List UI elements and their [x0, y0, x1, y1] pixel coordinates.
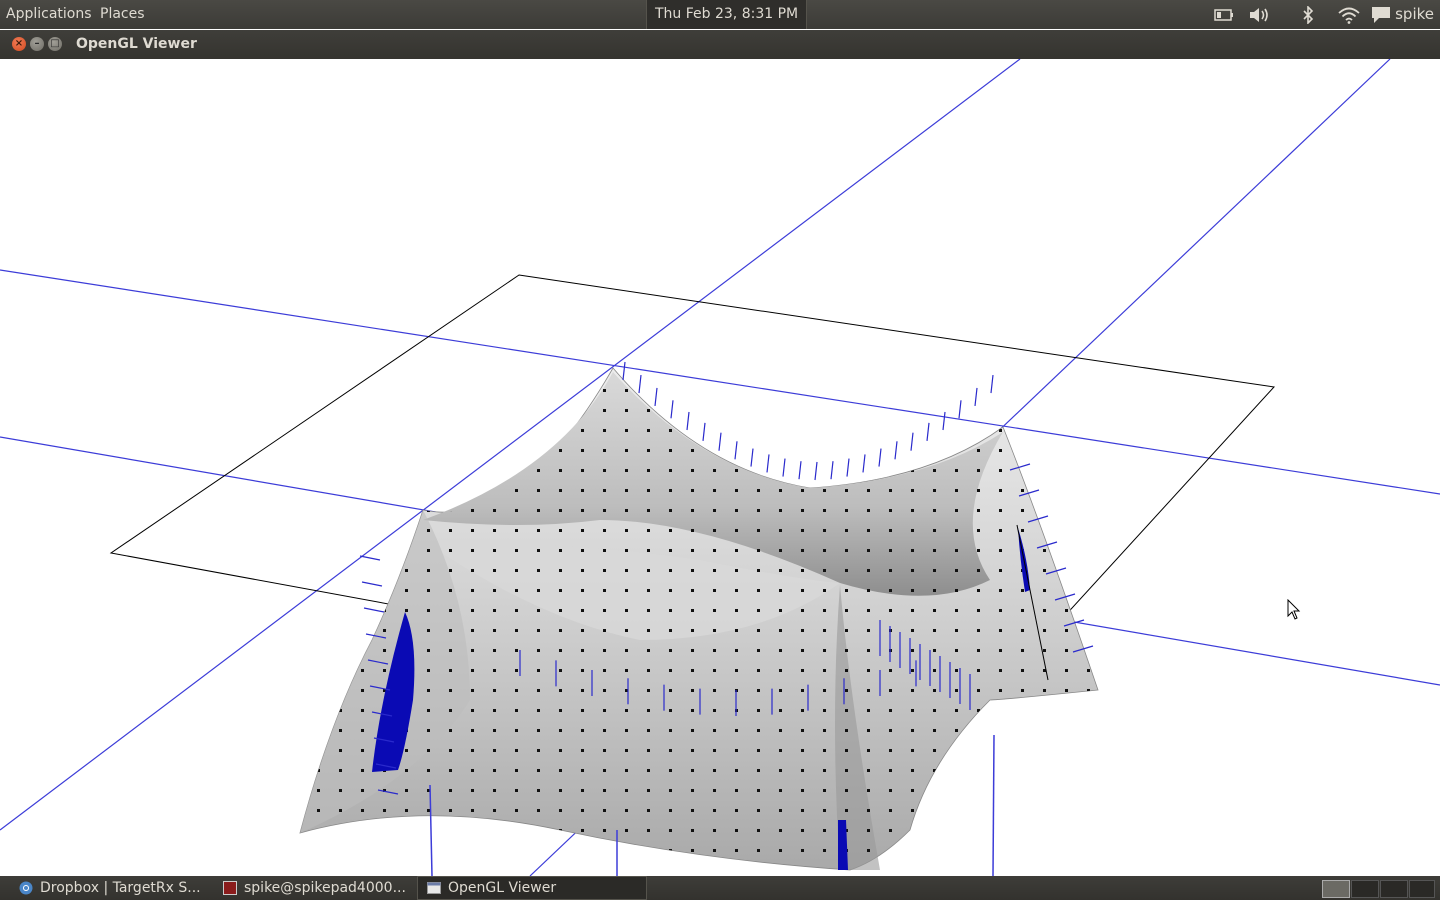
normal-vector: [766, 454, 770, 473]
workspace-3[interactable]: [1380, 880, 1408, 898]
normal-vector: [622, 361, 626, 381]
workspace-1[interactable]: [1322, 880, 1350, 898]
normal-vector: [974, 387, 978, 406]
normal-vector: [670, 400, 674, 419]
normal-vector: [862, 454, 866, 473]
window-title-bar[interactable]: [0, 30, 1440, 59]
opengl-viewport[interactable]: [0, 59, 1440, 876]
normal-vector: [782, 458, 786, 477]
volume-icon[interactable]: [1246, 4, 1274, 25]
normal-vector: [359, 555, 381, 561]
battery-icon[interactable]: [1212, 4, 1236, 25]
places-menu[interactable]: Places: [96, 0, 149, 29]
task-label: OpenGL Viewer: [448, 880, 557, 896]
clock[interactable]: Thu Feb 23, 8:31 PM: [646, 0, 808, 29]
maximize-button[interactable]: □: [48, 37, 62, 51]
normal-vector: [638, 374, 642, 394]
applications-menu[interactable]: Applications: [2, 0, 96, 29]
task-label: spike@spikepad4000...: [244, 880, 406, 896]
normal-vector: [718, 432, 722, 451]
top-panel: Applications Places Thu Feb 23, 8:31 PM …: [0, 0, 1440, 29]
minimize-button[interactable]: –: [30, 37, 44, 51]
user-menu[interactable]: spike: [1395, 0, 1434, 29]
scene-canvas[interactable]: [0, 59, 1440, 876]
wifi-icon[interactable]: [1336, 4, 1362, 25]
normal-vector: [958, 400, 962, 419]
task-dropbox[interactable]: Dropbox | TargetRx S...: [10, 877, 240, 899]
chat-icon[interactable]: [1368, 4, 1394, 25]
normal-vector: [798, 461, 802, 480]
normal-vector: [942, 411, 946, 431]
normal-vector: [878, 448, 882, 467]
task-opengl-viewer[interactable]: OpenGL Viewer: [417, 876, 647, 900]
workspace-2[interactable]: [1351, 880, 1379, 898]
task-label: Dropbox | TargetRx S...: [40, 880, 201, 896]
chrome-icon: [19, 881, 33, 895]
mesh-surface: [299, 367, 1099, 871]
normal-vector: [361, 581, 383, 587]
close-button[interactable]: ×: [12, 37, 26, 51]
normal-vector: [363, 607, 385, 613]
window-icon: [427, 882, 441, 894]
normal-vector: [894, 441, 898, 460]
window-title: OpenGL Viewer: [76, 36, 197, 52]
normal-vector: [926, 422, 930, 441]
mouse-cursor-icon: [1287, 599, 1301, 620]
normal-vector: [990, 374, 994, 394]
normal-vector: [846, 458, 850, 477]
normal-vector: [750, 448, 754, 467]
normal-vector: [910, 432, 914, 451]
normal-vector: [654, 387, 658, 406]
normal-vector: [702, 422, 706, 441]
workspace-4[interactable]: [1409, 880, 1435, 898]
normal-vector: [734, 441, 738, 460]
normal-vector: [830, 461, 834, 480]
normal-vector: [814, 461, 818, 481]
normal-vector: [686, 411, 690, 431]
task-terminal[interactable]: spike@spikepad4000...: [214, 877, 442, 899]
bluetooth-icon[interactable]: [1298, 4, 1318, 25]
terminal-icon: [223, 881, 237, 895]
bottom-panel: Dropbox | TargetRx S... spike@spikepad40…: [0, 876, 1440, 900]
